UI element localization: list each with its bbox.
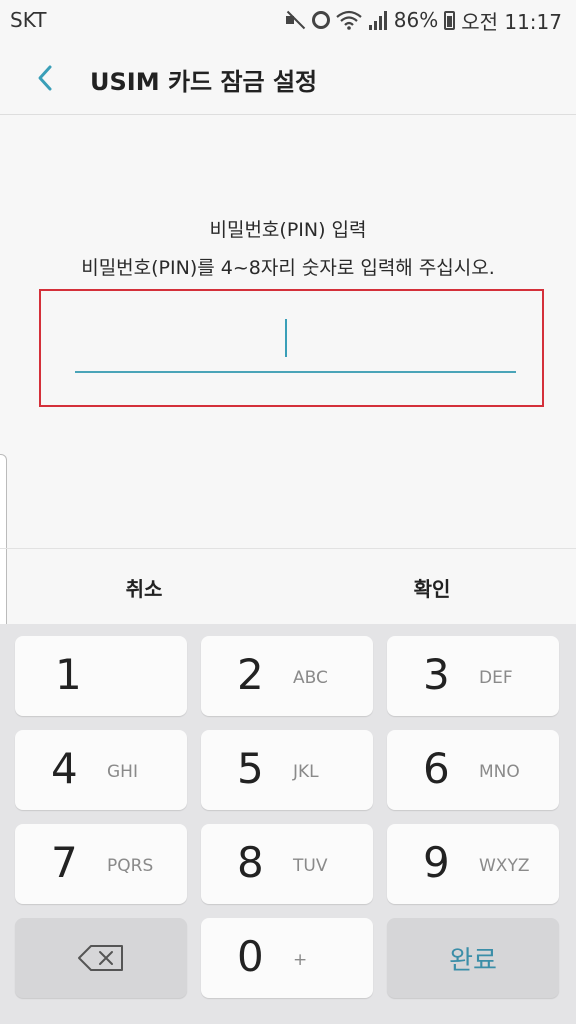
key-digit: 4 [51, 744, 78, 793]
alarm-icon [311, 11, 330, 29]
key-digit: 7 [51, 838, 78, 887]
key-2[interactable]: 2 ABC [201, 636, 373, 716]
key-8[interactable]: 8 TUV [201, 824, 373, 904]
done-label: 완료 [449, 946, 497, 976]
clock: 오전 11:17 [461, 9, 562, 34]
key-3[interactable]: 3 DEF [387, 636, 559, 716]
pin-input[interactable] [75, 311, 516, 373]
chevron-left-icon [38, 65, 52, 91]
key-letters: TUV [293, 856, 328, 876]
carrier-label: SKT [10, 8, 47, 32]
prompt-title: 비밀번호(PIN) 입력 [209, 219, 367, 241]
wifi-icon [336, 10, 362, 30]
key-9[interactable]: 9 WXYZ [387, 824, 559, 904]
cancel-button[interactable]: 취소 [0, 549, 288, 625]
key-digit: 8 [237, 838, 264, 887]
prompt-description: 비밀번호(PIN)를 4~8자리 숫자로 입력해 주십시오. [81, 257, 495, 279]
key-letters: DEF [479, 668, 513, 688]
key-letters: + [293, 950, 308, 970]
key-1[interactable]: 1 [15, 636, 187, 716]
key-digit: 9 [423, 838, 450, 887]
key-letters: JKL [293, 762, 319, 782]
key-letters: ABC [293, 668, 328, 688]
key-digit: 1 [55, 650, 82, 699]
page-title: USIM 카드 잠금 설정 [90, 68, 318, 96]
key-4[interactable]: 4 GHI [15, 730, 187, 810]
pin-field-highlight [39, 289, 544, 407]
signal-icon [368, 11, 387, 30]
battery-icon [444, 10, 456, 30]
key-digit: 2 [237, 650, 264, 699]
key-digit: 3 [423, 650, 450, 699]
key-digit: 6 [423, 744, 450, 793]
key-letters: MNO [479, 762, 520, 782]
text-cursor [285, 319, 287, 357]
dialog-buttons: 취소 확인 [0, 548, 576, 625]
status-bar: SKT 86% 오전 11:17 [0, 0, 576, 40]
back-button[interactable] [28, 58, 68, 98]
done-key[interactable]: 완료 [387, 918, 559, 998]
key-5[interactable]: 5 JKL [201, 730, 373, 810]
key-letters: WXYZ [479, 856, 530, 876]
key-digit: 5 [237, 744, 264, 793]
key-6[interactable]: 6 MNO [387, 730, 559, 810]
key-0[interactable]: 0 + [201, 918, 373, 998]
battery-percent: 86% [393, 8, 439, 32]
key-7[interactable]: 7 PQRS [15, 824, 187, 904]
numeric-keypad: 1 2 ABC 3 DEF 4 GHI 5 JKL 6 MNO 7 PQRS 8… [0, 624, 576, 1024]
app-bar: USIM 카드 잠금 설정 [0, 40, 576, 115]
key-letters: PQRS [107, 856, 154, 876]
ok-button[interactable]: 확인 [288, 549, 576, 625]
backspace-icon [78, 945, 123, 971]
backspace-key[interactable] [15, 918, 187, 998]
mute-icon [284, 10, 306, 30]
key-letters: GHI [107, 762, 138, 782]
status-icons: 86% 오전 11:17 [284, 6, 562, 34]
key-digit: 0 [237, 932, 264, 981]
pin-entry-panel: 비밀번호(PIN) 입력 비밀번호(PIN)를 4~8자리 숫자로 입력해 주십… [0, 115, 576, 547]
